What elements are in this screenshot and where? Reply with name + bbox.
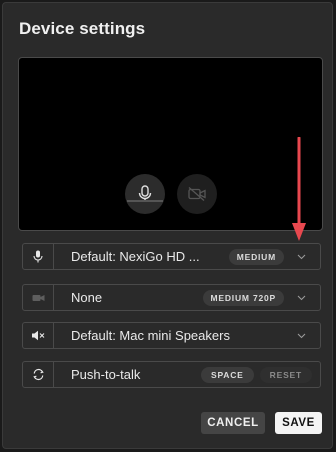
row-icon-cell [23, 323, 54, 348]
reset-keybind-button[interactable]: RESET [259, 366, 312, 383]
camera-toggle-button[interactable] [177, 174, 217, 214]
microphone-label: Default: NexiGo HD ... [71, 249, 200, 264]
save-button[interactable]: SAVE [275, 412, 322, 434]
dialog-title: Device settings [19, 19, 146, 38]
push-to-talk-icon [32, 368, 44, 381]
keybind-button[interactable]: SPACE [201, 366, 254, 383]
camera-label: None [71, 290, 103, 305]
speaker-mute-icon [32, 330, 45, 341]
speaker-label: Default: Mac mini Speakers [71, 328, 230, 343]
row-icon-cell [23, 285, 54, 310]
camera-resolution-badge: MEDIUM 720P [202, 289, 284, 306]
device-settings-dialog: Device settings Default: NexiGo HD ... M… [2, 2, 333, 449]
push-to-talk-label: Push-to-talk [71, 367, 141, 382]
chevron-down-icon[interactable] [294, 254, 308, 260]
microphone-icon [33, 250, 43, 263]
chevron-down-icon[interactable] [294, 333, 308, 339]
camera-select[interactable]: None MEDIUM 720P [22, 284, 321, 311]
microphone-select[interactable]: Default: NexiGo HD ... MEDIUM [22, 243, 321, 270]
camera-off-icon [32, 294, 44, 301]
mic-toggle-button[interactable] [125, 174, 165, 214]
microphone-level-badge: MEDIUM [228, 248, 284, 265]
mic-level-meter [127, 200, 163, 202]
row-icon-cell [23, 362, 54, 387]
row-icon-cell [23, 244, 54, 269]
camera-off-icon [188, 187, 206, 201]
video-preview [18, 57, 323, 231]
annotation-arrow-icon [292, 137, 306, 241]
chevron-down-icon[interactable] [294, 295, 308, 301]
push-to-talk-row: Push-to-talk SPACE RESET [22, 361, 321, 388]
cancel-button[interactable]: CANCEL [201, 412, 265, 434]
speaker-select[interactable]: Default: Mac mini Speakers [22, 322, 321, 349]
